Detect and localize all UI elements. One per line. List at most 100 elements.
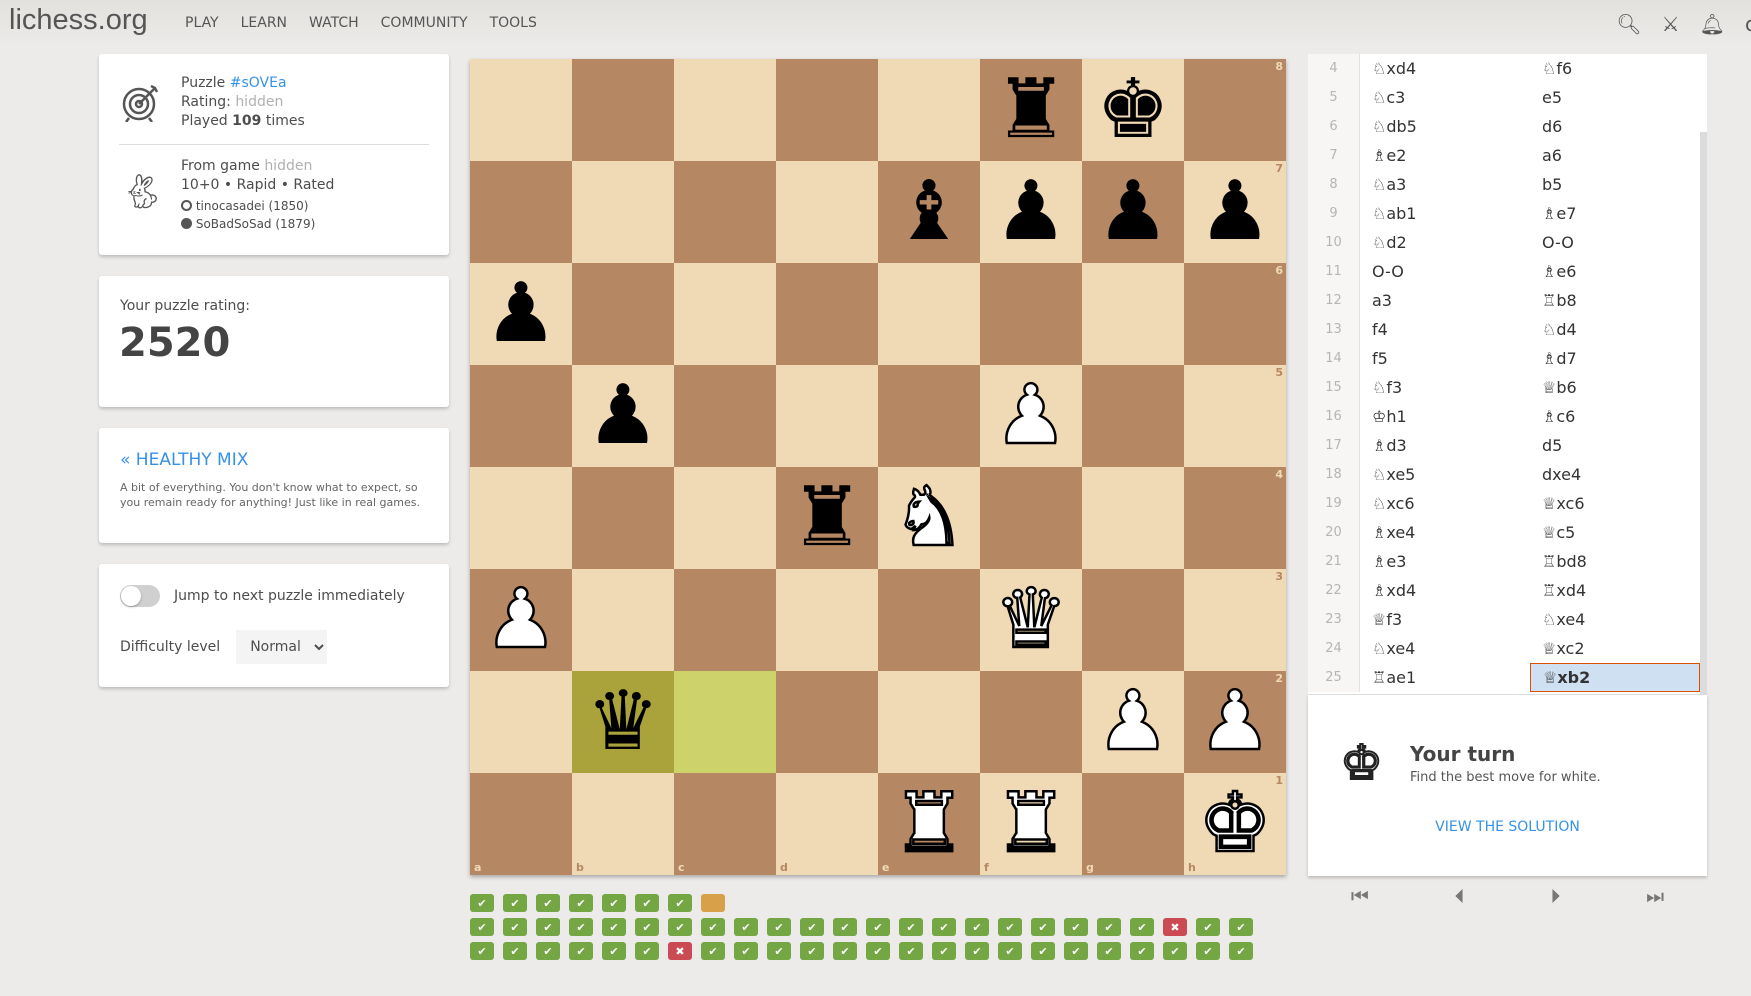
black-move[interactable]: ♖bd8 bbox=[1530, 547, 1700, 576]
white-move[interactable]: ♗xd4 bbox=[1360, 576, 1530, 605]
swords-icon[interactable]: ⚔︎ bbox=[1662, 12, 1680, 36]
history-good-badge[interactable]: ✔ bbox=[1229, 918, 1253, 936]
white-move[interactable]: ♘xd4 bbox=[1360, 54, 1530, 83]
black-move[interactable]: ♘f6 bbox=[1530, 54, 1700, 83]
black-move[interactable]: e5 bbox=[1530, 83, 1700, 112]
square-h2[interactable]: ♟ 2 bbox=[1184, 671, 1286, 773]
white-move[interactable]: O-O bbox=[1360, 257, 1530, 286]
history-good-badge[interactable]: ✔ bbox=[701, 942, 725, 960]
square-h5[interactable]: 5 bbox=[1184, 365, 1286, 467]
square-a4[interactable] bbox=[470, 467, 572, 569]
nav-community[interactable]: COMMUNITY bbox=[381, 15, 468, 31]
history-good-badge[interactable]: ✔ bbox=[1064, 942, 1088, 960]
history-good-badge[interactable]: ✔ bbox=[899, 942, 923, 960]
black-move[interactable]: ♖b8 bbox=[1530, 286, 1700, 315]
black-bishop-icon[interactable]: ♝ bbox=[892, 171, 966, 253]
history-good-badge[interactable]: ✔ bbox=[470, 918, 494, 936]
history-good-badge[interactable]: ✔ bbox=[932, 918, 956, 936]
square-f6[interactable] bbox=[980, 263, 1082, 365]
square-c4[interactable] bbox=[674, 467, 776, 569]
square-e7[interactable]: ♝ bbox=[878, 161, 980, 263]
square-e3[interactable] bbox=[878, 569, 980, 671]
white-queen-icon[interactable]: ♛ bbox=[993, 577, 1069, 662]
history-good-badge[interactable]: ✔ bbox=[668, 894, 692, 912]
history-good-badge[interactable]: ✔ bbox=[470, 942, 494, 960]
white-move[interactable]: f4 bbox=[1360, 315, 1530, 344]
history-good-badge[interactable]: ✔ bbox=[503, 894, 527, 912]
square-a8[interactable] bbox=[470, 59, 572, 161]
history-good-badge[interactable]: ✔ bbox=[1229, 942, 1253, 960]
square-f5[interactable]: ♟ bbox=[980, 365, 1082, 467]
white-move[interactable]: ♕f3 bbox=[1360, 605, 1530, 634]
nav-learn[interactable]: LEARN bbox=[241, 15, 287, 31]
square-h8[interactable]: 8 bbox=[1184, 59, 1286, 161]
white-move[interactable]: ♘a3 bbox=[1360, 170, 1530, 199]
square-e4[interactable]: ♞ bbox=[878, 467, 980, 569]
square-a6[interactable]: ♟ bbox=[470, 263, 572, 365]
black-move[interactable]: O-O bbox=[1530, 228, 1700, 257]
black-move[interactable]: ♖xd4 bbox=[1530, 576, 1700, 605]
square-g3[interactable] bbox=[1082, 569, 1184, 671]
square-e1[interactable]: ♜ e bbox=[878, 773, 980, 875]
white-pawn-icon[interactable]: ♟ bbox=[993, 373, 1069, 458]
history-good-badge[interactable]: ✔ bbox=[866, 918, 890, 936]
black-move[interactable]: a6 bbox=[1530, 141, 1700, 170]
square-g6[interactable] bbox=[1082, 263, 1184, 365]
black-move[interactable]: ♗e7 bbox=[1530, 199, 1700, 228]
black-move[interactable]: b5 bbox=[1530, 170, 1700, 199]
chess-board[interactable]: ♜ ♚ 8 ♝ ♟ ♟ ♟ 7 ♟ 6 ♟ ♟ 5 ♜ ♞ 4 ♟ ♛ 3 ♛ ♟ ♟ 2 a b c d ♜ e ♜ f g ♚ 1 h bbox=[470, 59, 1286, 875]
black-move[interactable]: ♕xc2 bbox=[1530, 634, 1700, 663]
history-good-badge[interactable]: ✔ bbox=[1163, 942, 1187, 960]
history-good-badge[interactable]: ✔ bbox=[932, 942, 956, 960]
history-good-badge[interactable]: ✔ bbox=[833, 918, 857, 936]
black-pawn-icon[interactable]: ♟ bbox=[994, 171, 1068, 253]
history-good-badge[interactable]: ✔ bbox=[569, 942, 593, 960]
white-move[interactable]: ♘xe5 bbox=[1360, 460, 1530, 489]
square-b5[interactable]: ♟ bbox=[572, 365, 674, 467]
square-f4[interactable] bbox=[980, 467, 1082, 569]
square-g8[interactable]: ♚ bbox=[1082, 59, 1184, 161]
history-good-badge[interactable]: ✔ bbox=[635, 942, 659, 960]
history-good-badge[interactable]: ✔ bbox=[767, 918, 791, 936]
black-move[interactable]: ♕b6 bbox=[1530, 373, 1700, 402]
black-pawn-icon[interactable]: ♟ bbox=[1198, 171, 1272, 253]
history-good-badge[interactable]: ✔ bbox=[899, 918, 923, 936]
square-a7[interactable] bbox=[470, 161, 572, 263]
black-move[interactable]: d5 bbox=[1530, 431, 1700, 460]
white-move[interactable]: ♘d2 bbox=[1360, 228, 1530, 257]
square-c2[interactable] bbox=[674, 671, 776, 773]
square-a1[interactable]: a bbox=[470, 773, 572, 875]
history-good-badge[interactable]: ✔ bbox=[1130, 918, 1154, 936]
black-move[interactable]: ♘d4 bbox=[1530, 315, 1700, 344]
white-move[interactable]: f5 bbox=[1360, 344, 1530, 373]
move-list-scrollbar[interactable] bbox=[1700, 132, 1707, 694]
square-a2[interactable] bbox=[470, 671, 572, 773]
white-move[interactable]: ♘f3 bbox=[1360, 373, 1530, 402]
square-c3[interactable] bbox=[674, 569, 776, 671]
history-good-badge[interactable]: ✔ bbox=[800, 918, 824, 936]
history-good-badge[interactable]: ✔ bbox=[701, 918, 725, 936]
puzzle-id-link[interactable]: #sOVEa bbox=[230, 75, 287, 91]
white-move[interactable]: ♘xc6 bbox=[1360, 489, 1530, 518]
square-d5[interactable] bbox=[776, 365, 878, 467]
square-d3[interactable] bbox=[776, 569, 878, 671]
square-g2[interactable]: ♟ bbox=[1082, 671, 1184, 773]
white-move[interactable]: ♗e3 bbox=[1360, 547, 1530, 576]
nav-play[interactable]: PLAY bbox=[185, 15, 219, 31]
white-move[interactable]: ♘db5 bbox=[1360, 112, 1530, 141]
square-b1[interactable]: b bbox=[572, 773, 674, 875]
black-move[interactable]: ♗c6 bbox=[1530, 402, 1700, 431]
white-move[interactable]: ♗d3 bbox=[1360, 431, 1530, 460]
history-good-badge[interactable]: ✔ bbox=[470, 894, 494, 912]
nav-watch[interactable]: WATCH bbox=[309, 15, 359, 31]
history-good-badge[interactable]: ✔ bbox=[536, 894, 560, 912]
black-move[interactable]: ♘xe4 bbox=[1530, 605, 1700, 634]
square-d7[interactable] bbox=[776, 161, 878, 263]
white-move[interactable]: ♘c3 bbox=[1360, 83, 1530, 112]
history-good-badge[interactable]: ✔ bbox=[503, 918, 527, 936]
square-f7[interactable]: ♟ bbox=[980, 161, 1082, 263]
user-icon[interactable]: c bbox=[1745, 12, 1751, 36]
first-move-icon[interactable]: ⏮︎ bbox=[1351, 884, 1369, 908]
search-icon[interactable]: 🔍︎ bbox=[1616, 12, 1641, 36]
square-b3[interactable] bbox=[572, 569, 674, 671]
